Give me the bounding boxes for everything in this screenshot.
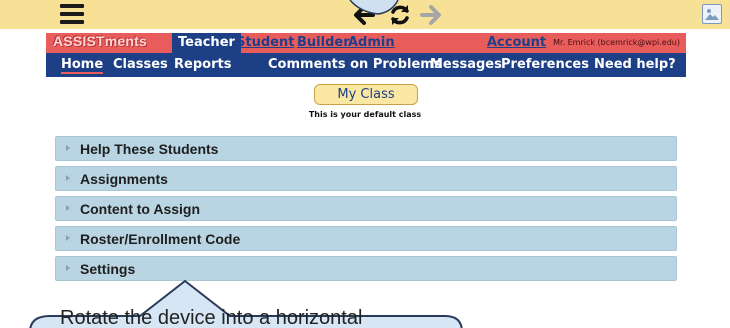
nav-home[interactable]: Home [61,57,104,74]
refresh-icon[interactable] [387,2,413,28]
broken-image-icon[interactable] [702,4,722,24]
nav-need-help[interactable]: Need help? [594,57,676,72]
expand-arrow-icon [66,235,70,241]
user-identity: Mr. Emrick (bcemrick@wpi.edu) [553,38,680,47]
forward-arrow-icon[interactable] [418,2,444,28]
browser-toolbar [0,0,730,29]
menu-icon[interactable] [60,4,84,24]
role-bar: ASSISTments Teacher Student Builder Admi… [46,33,686,53]
section-label: Assignments [80,171,168,187]
expand-arrow-icon [66,205,70,211]
section-roster-enrollment-code[interactable]: Roster/Enrollment Code [55,226,677,251]
nav-preferences[interactable]: Preferences [501,57,589,72]
expand-arrow-icon [66,175,70,181]
section-assignments[interactable]: Assignments [55,166,677,191]
section-label: Help These Students [80,141,219,157]
expand-arrow-icon [66,265,70,271]
role-link-student[interactable]: Student [236,35,294,50]
section-label: Roster/Enrollment Code [80,231,241,247]
section-help-these-students[interactable]: Help These Students [55,136,677,161]
tooltip-text: Rotate the device into a horizontal [60,307,363,328]
role-link-admin[interactable]: Admin [348,35,395,50]
main-nav: Home Classes Reports Comments on Problem… [46,53,686,77]
account-link[interactable]: Account [487,35,546,50]
role-tab-teacher[interactable]: Teacher [172,33,241,53]
section-content-to-assign[interactable]: Content to Assign [55,196,677,221]
app-logo: ASSISTments [53,33,147,49]
section-label: Settings [80,261,136,277]
section-settings[interactable]: Settings [55,256,677,281]
nav-comments-on-problems[interactable]: Comments on Problems [268,57,442,72]
role-link-builder[interactable]: Builder [297,35,350,50]
nav-classes[interactable]: Classes [113,57,168,72]
back-arrow-icon[interactable] [351,2,377,28]
class-title[interactable]: My Class [314,84,418,105]
section-label: Content to Assign [80,201,201,217]
expand-arrow-icon [66,145,70,151]
class-subtitle: This is your default class [308,110,422,119]
nav-messages[interactable]: Messages [430,57,502,72]
nav-reports[interactable]: Reports [174,57,231,72]
